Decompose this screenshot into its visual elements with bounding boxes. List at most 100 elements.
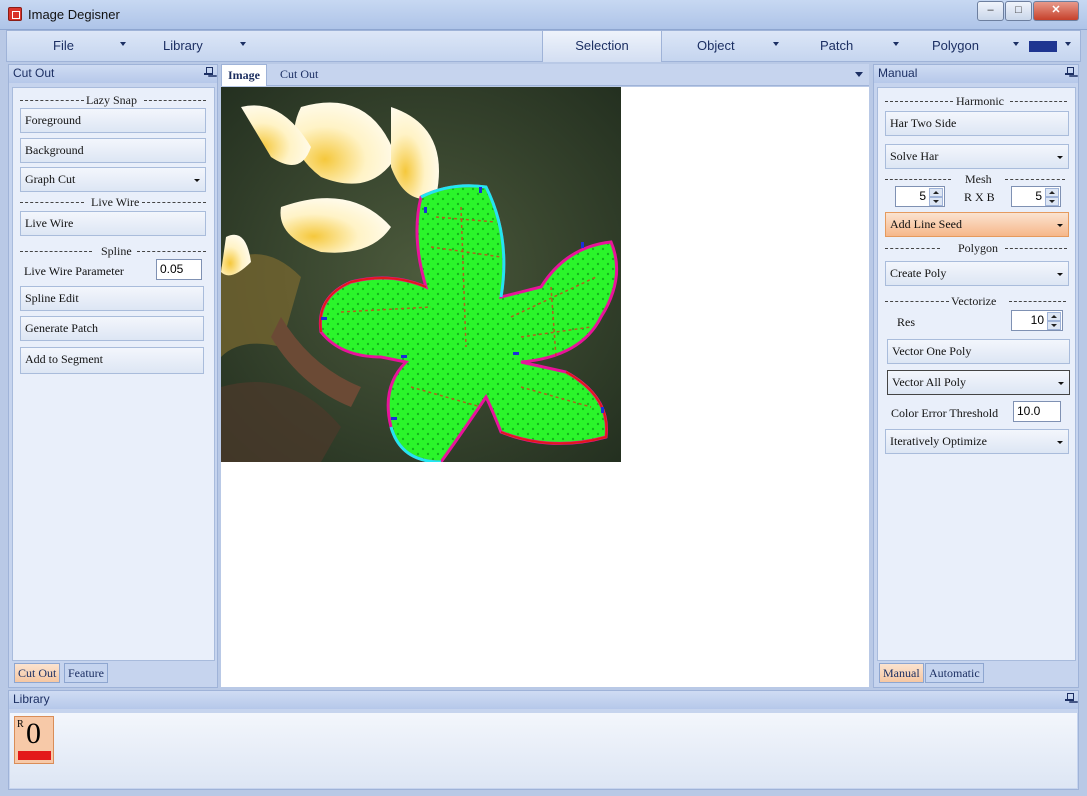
menu-object[interactable]: Object [697,38,735,53]
spin-down-icon[interactable] [1047,321,1061,330]
menu-patch[interactable]: Patch [820,38,853,53]
res-value: 10 [1030,313,1044,327]
spin-up-icon[interactable] [929,188,943,197]
title-bar: Image Degisner – □ ✕ [0,0,1087,30]
chevron-down-icon [194,179,200,182]
chevron-down-icon[interactable] [855,72,863,77]
graph-cut-dropdown[interactable]: Graph Cut [20,167,206,192]
manual-panel: Manual Harmonic Har Two Side Solve Har M… [873,64,1079,688]
color-swatch[interactable] [1029,41,1057,52]
tab-manual[interactable]: Manual [879,663,924,683]
menu-file[interactable]: File [53,38,74,53]
live-wire-parameter-input[interactable]: 0.05 [156,259,202,280]
color-error-threshold-input[interactable]: 10.0 [1013,401,1061,422]
tab-automatic[interactable]: Automatic [925,663,984,683]
divider [885,101,953,102]
library-item-prefix: R [17,719,24,730]
background-button[interactable]: Background [20,138,206,163]
spline-edit-button[interactable]: Spline Edit [20,286,204,311]
section-live-wire: Live Wire [91,195,140,209]
tab-cut-out[interactable]: Cut Out [14,663,61,683]
add-to-segment-button[interactable]: Add to Segment [20,347,204,374]
close-button[interactable]: ✕ [1033,1,1079,21]
tab-image[interactable]: Image [221,64,267,86]
library-item[interactable]: R 0 [14,716,54,764]
chevron-down-icon [1058,382,1064,385]
menu-bar: File Library Selection Object Patch Poly… [6,30,1081,62]
panel-body: Harmonic Har Two Side Solve Har Mesh 5 R… [877,87,1076,661]
mesh-r-spinner[interactable]: 5 [895,186,945,207]
section-spline: Spline [101,244,132,258]
chevron-down-icon [1057,441,1063,444]
chevron-down-icon[interactable] [1013,42,1019,46]
divider [1010,101,1067,102]
spin-down-icon[interactable] [929,197,943,206]
divider [20,251,92,252]
divider [885,248,940,249]
divider [885,301,949,302]
tab-cut-out-doc[interactable]: Cut Out [274,64,324,86]
section-polygon: Polygon [958,241,999,255]
spin-up-icon[interactable] [1045,188,1059,197]
divider [142,202,206,203]
divider [1009,301,1066,302]
chevron-down-icon[interactable] [1065,42,1071,46]
solve-har-dropdown[interactable]: Solve Har [885,144,1069,169]
har-two-side-button[interactable]: Har Two Side [885,111,1069,136]
create-poly-label: Create Poly [890,266,947,280]
divider [20,202,84,203]
pin-icon[interactable] [1065,67,1074,78]
spin-down-icon[interactable] [1045,197,1059,206]
panel-body: Lazy Snap Foreground Background Graph Cu… [12,87,215,661]
cut-out-panel: Cut Out Lazy Snap Foreground Background … [8,64,218,688]
graph-cut-label: Graph Cut [25,172,76,186]
foreground-button[interactable]: Foreground [20,108,206,133]
generate-patch-button[interactable]: Generate Patch [20,316,204,341]
library-body: R 0 [10,713,1077,788]
pin-icon[interactable] [1065,693,1074,704]
maximize-button[interactable]: □ [1005,1,1032,21]
chevron-down-icon[interactable] [120,42,126,46]
rxb-label: R X B [964,190,995,204]
pin-icon[interactable] [204,67,213,78]
divider [1005,179,1065,180]
library-panel: Library R 0 [8,690,1079,790]
tab-feature[interactable]: Feature [64,663,108,683]
image-canvas[interactable] [221,87,869,687]
selection-button[interactable]: Selection [542,31,662,62]
chevron-down-icon [1057,156,1063,159]
divider [137,251,206,252]
chevron-down-icon[interactable] [893,42,899,46]
minimize-button[interactable]: – [977,1,1004,21]
panel-title: Cut Out [9,65,217,83]
create-poly-dropdown[interactable]: Create Poly [885,261,1069,286]
res-label: Res [897,315,915,329]
mesh-r-value: 5 [919,189,926,203]
live-wire-parameter-label: Live Wire Parameter [24,264,124,278]
document-tabs: Image Cut Out [221,64,869,86]
res-spinner[interactable]: 10 [1011,310,1063,331]
app-icon [8,7,22,21]
solve-har-label: Solve Har [890,149,939,163]
menu-polygon[interactable]: Polygon [932,38,979,53]
live-wire-button[interactable]: Live Wire [20,211,206,236]
section-lazy-snap: Lazy Snap [86,93,137,107]
vector-all-poly-dropdown[interactable]: Vector All Poly [887,370,1070,395]
mesh-b-spinner[interactable]: 5 [1011,186,1061,207]
chevron-down-icon [1057,224,1063,227]
divider [1005,248,1067,249]
window-title: Image Degisner [28,7,120,22]
iteratively-optimize-dropdown[interactable]: Iteratively Optimize [885,429,1069,454]
divider [20,100,84,101]
library-title: Library [9,691,1078,709]
spin-up-icon[interactable] [1047,312,1061,321]
chevron-down-icon[interactable] [773,42,779,46]
add-line-seed-dropdown[interactable]: Add Line Seed [885,212,1069,237]
chevron-down-icon[interactable] [240,42,246,46]
vector-one-poly-button[interactable]: Vector One Poly [887,339,1070,364]
menu-library[interactable]: Library [163,38,203,53]
chevron-down-icon [1057,273,1063,276]
vector-all-poly-label: Vector All Poly [892,375,966,389]
divider [144,100,206,101]
flower-image [221,87,621,464]
